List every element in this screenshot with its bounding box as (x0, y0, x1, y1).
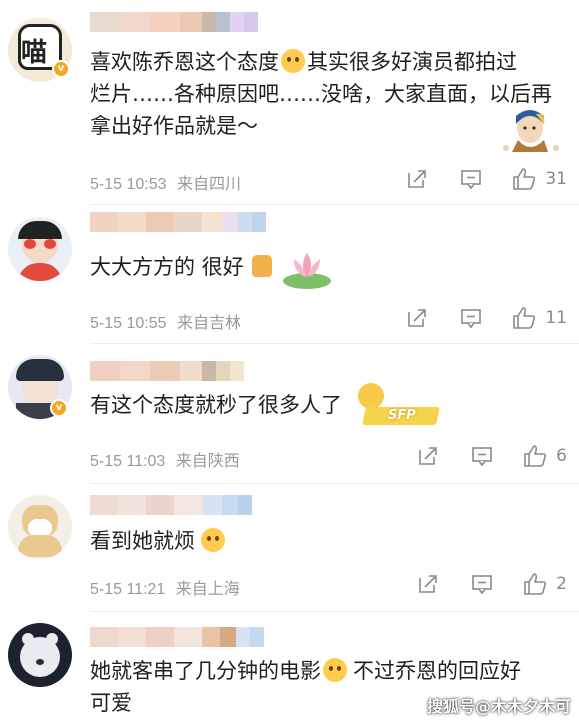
comment-meta: 5-15 10:53 来自四川 (90, 170, 241, 194)
comment-meta: 5-15 10:55 来自吉林 (90, 309, 241, 333)
username-mosaic[interactable] (90, 495, 252, 515)
share-icon (419, 447, 437, 465)
thumbs-up-icon (524, 573, 547, 595)
thumbs-up-icon (524, 445, 547, 467)
like-button[interactable]: 6 (522, 443, 567, 469)
thumbs-up-icon (513, 307, 536, 329)
comment-text: 大大方方的 很好 (90, 251, 273, 283)
laughing-crying-emoji-icon (323, 658, 347, 682)
username-mosaic[interactable] (90, 361, 244, 381)
laughing-emoji-icon (281, 49, 305, 73)
comment-time: 5-15 11:21 (90, 581, 166, 598)
comment-item: v 有这个态度就秒了很多人了 SFP 5-15 11:03 来自陕西 6 (0, 345, 579, 485)
comment-meta: 5-15 11:03 来自陕西 (90, 447, 240, 471)
avatar-text: 喵 (21, 38, 48, 68)
sfp-sticker-icon: SFP (358, 383, 444, 431)
comment-icon (461, 170, 482, 190)
comment-icon (472, 447, 492, 467)
comment-meta: 5-15 11:21 来自上海 (90, 575, 240, 599)
like-button[interactable]: 31 (511, 166, 567, 192)
vip-badge-icon: v (52, 60, 70, 78)
share-icon (408, 309, 427, 327)
share-icon (419, 575, 437, 593)
pearl-girl-sticker-icon (503, 110, 559, 152)
reply-button[interactable] (459, 306, 483, 330)
comment-location: 来自四川 (176, 176, 241, 193)
thumbs-up-icon (513, 168, 536, 190)
comment-item: 喵 v 喜欢陈乔恩这个态度 其实很多好演员都拍过 烂片……各种原因吧……没啥，大家… (0, 0, 579, 205)
share-button[interactable] (416, 444, 440, 468)
watermark: 搜狐号@木木夕木可 (426, 697, 571, 716)
divider (90, 611, 579, 612)
share-button[interactable] (405, 167, 429, 191)
comment-text: 看到她就烦 (90, 525, 227, 557)
username-mosaic[interactable] (90, 627, 264, 647)
comment-location: 来自吉林 (176, 315, 241, 332)
lotus-sticker-icon (283, 253, 331, 289)
comment-icon (461, 309, 482, 329)
like-button[interactable]: 2 (522, 571, 567, 597)
comment-item: 大大方方的 很好 5-15 10:55 来自吉林 11 (0, 205, 579, 345)
reply-button[interactable] (470, 444, 494, 468)
comment-location: 来自陕西 (175, 453, 240, 470)
comment-time: 5-15 11:03 (90, 453, 166, 470)
comment-text: 有这个态度就秒了很多人了 (90, 393, 342, 417)
reply-button[interactable] (459, 167, 483, 191)
avatar[interactable] (8, 495, 72, 559)
like-count: 11 (545, 308, 567, 328)
comment-time: 5-15 10:55 (90, 315, 167, 332)
like-count: 2 (556, 574, 567, 594)
share-button[interactable] (405, 306, 429, 330)
thumbs-up-emoji-icon (252, 255, 273, 277)
divider (90, 343, 579, 344)
like-count: 6 (556, 446, 567, 466)
comment-item: 看到她就烦 5-15 11:21 来自上海 2 (0, 485, 579, 613)
avatar[interactable] (8, 623, 72, 687)
share-icon (408, 170, 427, 188)
share-button[interactable] (416, 572, 440, 596)
vip-badge-icon: v (50, 399, 68, 417)
username-mosaic[interactable] (90, 12, 258, 32)
comment-location: 来自上海 (175, 581, 240, 598)
comment-time: 5-15 10:53 (90, 176, 167, 193)
username-mosaic[interactable] (90, 212, 266, 232)
annoyed-emoji-icon (201, 528, 225, 552)
divider (90, 483, 579, 484)
like-count: 31 (545, 169, 567, 189)
reply-button[interactable] (470, 572, 494, 596)
comment-text: 喜欢陈乔恩这个态度 其实很多好演员都拍过 烂片……各种原因吧……没啥，大家直面，以… (90, 49, 552, 138)
like-button[interactable]: 11 (511, 305, 567, 331)
comment-icon (472, 575, 492, 595)
avatar[interactable] (8, 217, 72, 281)
